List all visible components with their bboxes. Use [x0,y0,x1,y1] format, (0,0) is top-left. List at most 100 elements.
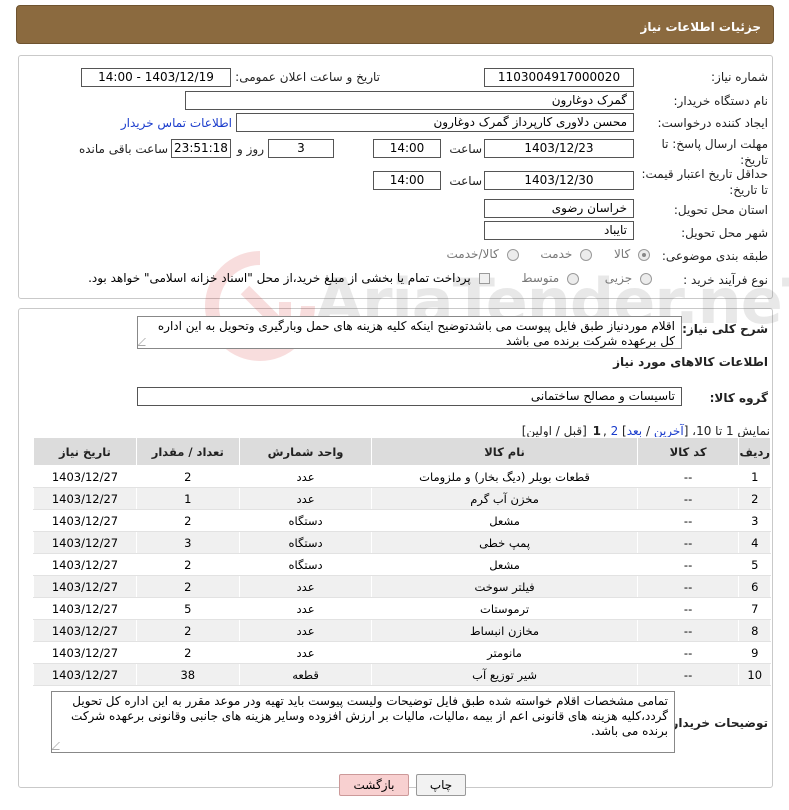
validity-hour-label: ساعت [449,174,482,188]
process-minor-radio[interactable] [640,272,652,285]
requester-label: ایجاد کننده درخواست: [657,116,768,130]
column-header: تعداد / مقدار [135,437,240,466]
process-medium-radio[interactable] [566,272,579,285]
table-cell: -- [636,465,740,488]
goods-section-title: اطلاعات کالاهای مورد نیاز [613,355,768,369]
table-cell: دستگاه [238,509,373,532]
validity-label: حداقل تاریخ اعتبار قیمت: تا تاریخ: [641,167,768,197]
send-deadline-label: مهلت ارسال پاسخ: تا تاریخ: [661,137,768,167]
buyer-notes-label: توضیحات خریدار: [666,716,768,730]
table-cell: 5 [738,553,771,576]
category-both-label: کالا/خدمت [446,247,499,261]
category-goods-radio[interactable] [638,248,650,261]
table-cell: 1 [135,487,240,510]
table-cell: 1403/12/27 [33,509,137,532]
province-field: خراسان رضوی [484,199,634,218]
table-cell: 3 [738,509,771,532]
table-row: 4 -- پمپ خطی دستگاه 3 1403/12/27 [33,531,771,554]
validity-hour-field: 14:00 [373,171,441,190]
table-cell: 1403/12/27 [33,465,137,488]
table-cell: 2 [135,509,240,532]
buyer-notes-textarea[interactable]: تمامی مشخصات اقلام خواسته شده طبق فایل ت… [51,691,675,753]
table-cell: 10 [738,663,771,686]
table-row: 5 -- مشعل دستگاه 2 1403/12/27 [33,553,771,576]
goods-group-field: تاسیسات و مصالح ساختمانی [137,387,682,406]
table-cell: 2 [135,553,240,576]
buyer-notes-text: تمامی مشخصات اقلام خواسته شده طبق فایل ت… [71,694,668,738]
table-cell: مخازن انبساط [371,619,638,642]
table-cell: ترموستات [371,597,638,620]
table-cell: شیر توزیع آب [371,663,638,686]
table-cell: مخزن آب گرم [371,487,638,510]
city-label: شهر محل تحویل: [681,226,768,240]
contact-info-link[interactable]: اطلاعات تماس خریدار [100,116,232,131]
table-cell: عدد [238,619,373,642]
table-cell: 9 [738,641,771,664]
send-hour-label: ساعت [449,142,482,156]
table-row: 7 -- ترموستات عدد 5 1403/12/27 [33,597,771,620]
table-cell: -- [636,597,740,620]
pagination-last-link[interactable]: آخرین [654,424,684,438]
pagination-sep: ] [618,424,627,438]
goods-group-label: گروه کالا: [709,391,768,405]
column-header: ردیف [738,437,771,466]
days-field: 3 [268,139,334,158]
back-button[interactable]: بازگشت [339,774,409,796]
table-row: 8 -- مخازن انبساط عدد 2 1403/12/27 [33,619,771,642]
table-cell: -- [636,663,740,686]
column-header: تاریخ نیاز [33,437,137,466]
table-cell: 6 [738,575,771,598]
table-cell: 8 [738,619,771,642]
pagination-sep: / [642,424,654,438]
process-medium-label: متوسط [521,271,560,285]
table-cell: -- [636,509,740,532]
page-header: جزئیات اطلاعات نیاز [16,5,774,44]
table-row: 6 -- فیلتر سوخت عدد 2 1403/12/27 [33,575,771,598]
need-number-field: 1103004917000020 [484,68,634,87]
category-options: کالا خدمت کالا/خدمت [418,247,650,265]
pagination-sep: , [602,424,611,438]
category-both-radio[interactable] [506,248,519,261]
remaining-time-field: 23:51:18 [171,139,231,158]
table-cell: 4 [738,531,771,554]
pagination-suffix: [قبل / اولین] [521,424,591,438]
city-field: تایباد [484,221,634,240]
table-cell: 3 [135,531,240,554]
treasury-checkbox[interactable] [478,273,490,284]
table-cell: مشعل [371,553,638,576]
table-cell: -- [636,487,740,510]
process-options: جزیی متوسط پرداخت تمام یا بخشی از مبلغ خ… [88,271,652,289]
table-cell: عدد [238,641,373,664]
goods-table: ردیف کد کالا نام کالا واحد شمارش تعداد / مقد… [33,437,771,686]
announce-field: 1403/12/19 - 14:00 [81,68,231,87]
table-cell: فیلتر سوخت [371,575,638,598]
table-row: 10 -- شیر توزیع آب قطعه 38 1403/12/27 [33,663,771,686]
summary-text: اقلام موردنیاز طبق فایل پیوست می باشدتوض… [157,319,675,348]
table-cell: عدد [238,597,373,620]
pagination-next-link[interactable]: بعد [627,424,642,438]
category-service-radio[interactable] [580,248,593,261]
category-label: طبقه بندی موضوعی: [661,249,768,263]
buyer-org-field: گمرک دوغارون [185,91,634,110]
table-cell: 1403/12/27 [33,597,137,620]
table-cell: 1403/12/27 [33,487,137,510]
page-title: جزئیات اطلاعات نیاز [640,20,761,34]
table-cell: قطعات بویلر (دیگ بخار) و ملزومات [371,465,638,488]
table-cell: -- [636,575,740,598]
print-button[interactable]: چاپ [416,774,466,796]
category-goods-label: کالا [613,247,631,261]
summary-textarea[interactable]: اقلام موردنیاز طبق فایل پیوست می باشدتوض… [137,316,682,349]
table-cell: 2 [135,465,240,488]
table-cell: 7 [738,597,771,620]
pagination-current-page: 1 [592,424,601,438]
send-date-field: 1403/12/23 [484,139,634,158]
table-cell: مشعل [371,509,638,532]
table-cell: دستگاه [238,531,373,554]
table-row: 2 -- مخزن آب گرم عدد 1 1403/12/27 [33,487,771,510]
buyer-org-label: نام دستگاه خریدار: [673,94,769,108]
process-label: نوع فرآیند خرید : [683,273,768,287]
column-header: کد کالا [636,437,740,466]
remaining-label: ساعت باقی مانده [78,142,168,156]
table-row: 3 -- مشعل دستگاه 2 1403/12/27 [33,509,771,532]
table-cell: 1403/12/27 [33,663,137,686]
